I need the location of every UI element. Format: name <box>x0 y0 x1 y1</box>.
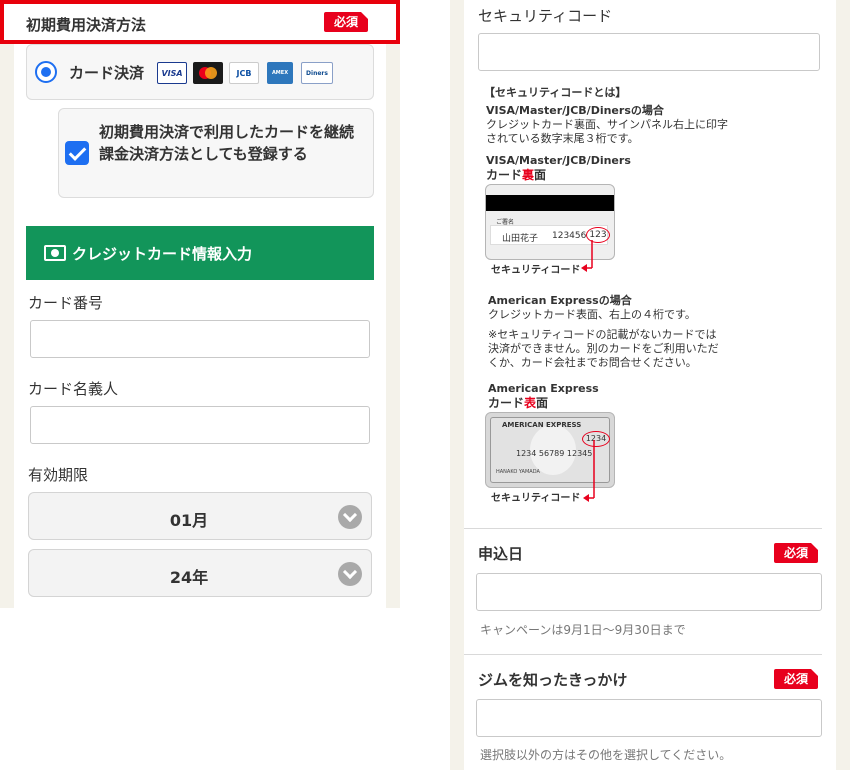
security-code-caption: セキュリティコード <box>491 265 581 276</box>
amex-card-number: 1234 56789 12345 <box>516 449 593 458</box>
diners-logo-icon: Diners <box>301 62 333 84</box>
divider <box>464 528 822 529</box>
card-payment-option[interactable]: カード決済 VISA JCB AMEX Diners <box>26 44 374 100</box>
mastercard-logo-icon <box>193 62 223 84</box>
divider <box>464 654 822 655</box>
campaign-hint: キャンペーンは9月1日〜9月30日まで <box>480 623 686 637</box>
notice-line-2: 決済ができません。別のカードをご利用いただ <box>488 342 719 355</box>
gym-reason-label: ジムを知ったきっかけ <box>478 671 628 689</box>
register-recurring-checkbox[interactable] <box>65 141 89 165</box>
left-panel: 初期費用決済方法 必須 カード決済 VISA JCB AMEX Diners 初… <box>0 0 400 608</box>
amex-card-title: AMERICAN EXPRESS <box>502 421 582 429</box>
register-recurring-label: 初期費用決済で利用したカードを継続課金決済方法としても登録する <box>99 123 355 163</box>
amex-text: クレジットカード表面、右上の４桁です。 <box>488 308 696 321</box>
card-info-section-header: クレジットカード情報入力 <box>26 226 374 280</box>
card-back-title: カード裏面 <box>486 168 547 182</box>
notice-line-1: ※セキュリティコードの記載がないカードでは <box>488 328 717 341</box>
money-icon <box>44 245 66 261</box>
about-heading: 【セキュリティコードとは】 <box>484 86 627 99</box>
visa-logo-icon: VISA <box>157 62 187 84</box>
required-badge: 必須 <box>324 12 368 32</box>
visa-group-text-2: されている数字末尾３桁です。 <box>486 132 639 145</box>
required-badge: 必須 <box>774 543 818 563</box>
section-title: 初期費用決済方法 <box>26 16 147 34</box>
expiry-month-select[interactable]: 01月 <box>28 492 372 540</box>
amex-heading: American Expressの場合 <box>488 294 632 307</box>
card-name-input[interactable] <box>30 406 370 444</box>
card-name-label: カード名義人 <box>28 380 119 398</box>
notice-line-3: くか、カード会社までお問合せください。 <box>488 356 697 369</box>
jcb-logo-icon: JCB <box>229 62 259 84</box>
signature-name: 山田花子 <box>502 234 539 244</box>
card-number-label: カード番号 <box>28 294 104 312</box>
application-date-label: 申込日 <box>478 545 524 563</box>
amex-card-holder: HANAKO YAMADA <box>496 469 540 475</box>
gym-reason-hint: 選択肢以外の方はその他を選択してください。 <box>480 748 732 762</box>
arrow-icon <box>583 440 595 502</box>
expiry-label: 有効期限 <box>28 466 89 484</box>
card-number-input[interactable] <box>30 320 370 358</box>
chevron-down-icon <box>338 562 362 586</box>
security-code-input[interactable] <box>478 33 820 71</box>
arrow-icon <box>581 240 593 272</box>
expiry-year-select[interactable]: 24年 <box>28 549 372 597</box>
required-badge: 必須 <box>774 669 818 689</box>
initial-payment-header: 初期費用決済方法 必須 <box>0 0 400 44</box>
amex-logo-icon: AMEX <box>267 62 293 84</box>
expiry-year-value: 24年 <box>169 568 209 587</box>
visa-group-text-1: クレジットカード裏面、サインパネル右上に印字 <box>486 118 728 131</box>
security-code-caption-front: セキュリティコード <box>491 493 581 504</box>
register-recurring-option[interactable]: 初期費用決済で利用したカードを継続課金決済方法としても登録する <box>58 108 374 198</box>
right-panel: セキュリティコード 【セキュリティコードとは】 VISA/Master/JCB/… <box>450 0 850 770</box>
card-info-section-title: クレジットカード情報入力 <box>72 245 253 263</box>
card-front-title: カード表面 <box>488 396 549 410</box>
chevron-down-icon <box>338 505 362 529</box>
expiry-month-value: 01月 <box>169 511 209 530</box>
gym-reason-input[interactable] <box>476 699 822 737</box>
card-payment-radio[interactable] <box>35 61 57 83</box>
security-code-label: セキュリティコード <box>478 7 613 25</box>
visa-group-heading: VISA/Master/JCB/Dinersの場合 <box>486 104 664 117</box>
application-date-input[interactable] <box>476 573 822 611</box>
card-payment-label: カード決済 <box>69 64 145 82</box>
